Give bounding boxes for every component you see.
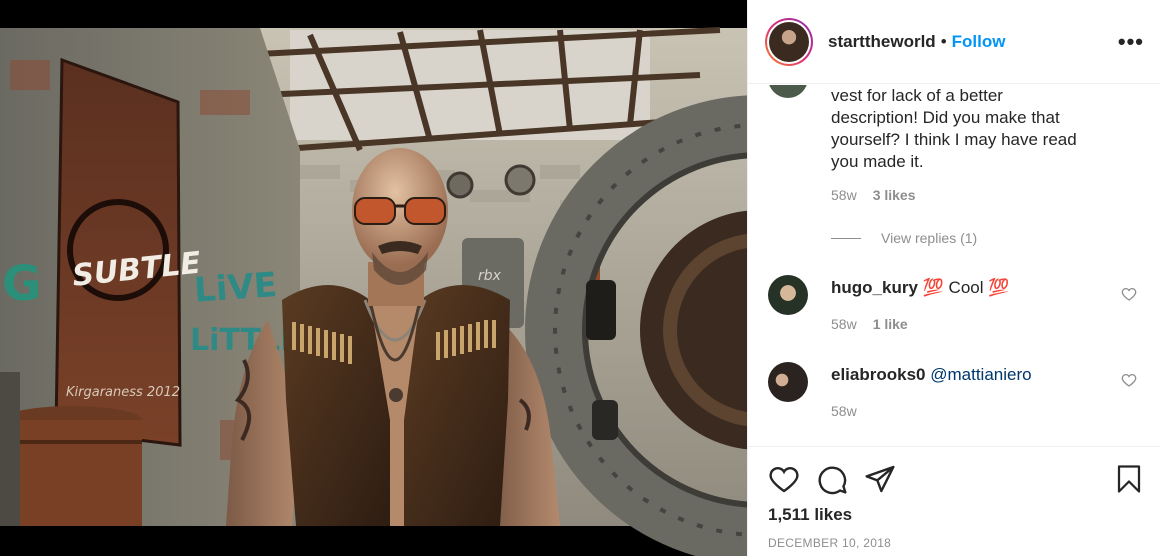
commenter-avatar[interactable]: [768, 85, 808, 98]
comment-likes[interactable]: 3 likes: [873, 187, 916, 203]
svg-text:rbx: rbx: [478, 268, 502, 284]
comment-body: eliabrooks0 @mattianiero: [831, 364, 1032, 386]
bookmark-icon[interactable]: [1114, 463, 1144, 495]
action-icons-row: [768, 461, 1146, 497]
comment-age[interactable]: 58w: [831, 316, 857, 332]
comment-meta: 58w: [831, 403, 857, 419]
comment-text: vest for lack of a better description! D…: [831, 86, 1077, 171]
likes-count[interactable]: 1,511 likes: [768, 505, 852, 525]
post-date[interactable]: DECEMBER 10, 2018: [768, 536, 891, 550]
post-side-panel: starttheworld • Follow ••• vest for lack…: [747, 0, 1160, 556]
instagram-post: rbx SUBTLE Kirgaraness 2012 LiVE LiTTLE …: [0, 0, 1160, 556]
heart-icon[interactable]: [768, 463, 800, 495]
post-header: starttheworld • Follow •••: [748, 0, 1160, 84]
share-icon[interactable]: [864, 463, 896, 495]
commenter-avatar[interactable]: [768, 275, 808, 315]
comment-text: Cool: [948, 278, 984, 297]
comment-icon[interactable]: [816, 463, 848, 495]
post-photo-illustration: rbx SUBTLE Kirgaraness 2012 LiVE LiTTLE …: [0, 0, 747, 556]
view-replies-button[interactable]: View replies (1): [831, 230, 977, 246]
view-replies-label: View replies (1): [881, 230, 978, 246]
comment-body: hugo_kury 💯 Cool 💯: [831, 277, 1009, 299]
like-comment-heart-icon[interactable]: [1121, 286, 1137, 302]
comment-mention-link[interactable]: @mattianiero: [930, 365, 1031, 384]
comment-username[interactable]: eliabrooks0: [831, 365, 926, 384]
author-avatar-image: [769, 21, 809, 62]
author-avatar[interactable]: [765, 17, 813, 66]
follow-button[interactable]: Follow: [952, 32, 1006, 52]
commenter-avatar[interactable]: [768, 362, 808, 402]
comment-age[interactable]: 58w: [831, 187, 857, 203]
hundred-emoji: 💯: [988, 278, 1010, 297]
svg-text:G: G: [2, 256, 41, 312]
header-separator: •: [940, 31, 947, 51]
svg-text:Kirgaraness 2012: Kirgaraness 2012: [66, 385, 180, 400]
comment-meta: 58w 1 like: [831, 316, 908, 332]
comments-list: vest for lack of a better description! D…: [748, 85, 1160, 445]
like-comment-heart-icon[interactable]: [1121, 372, 1137, 388]
hundred-emoji: 💯: [922, 278, 944, 297]
comment-age[interactable]: 58w: [831, 403, 857, 419]
comment-meta: 58w 3 likes: [831, 187, 916, 203]
comment-likes[interactable]: 1 like: [873, 316, 908, 332]
post-photo[interactable]: rbx SUBTLE Kirgaraness 2012 LiVE LiTTLE …: [0, 0, 747, 556]
svg-text:LiVE: LiVE: [193, 265, 278, 311]
replies-line: [831, 237, 861, 239]
post-actions: 1,511 likes DECEMBER 10, 2018: [748, 446, 1160, 556]
author-username[interactable]: starttheworld: [828, 32, 936, 52]
comment-username[interactable]: hugo_kury: [831, 278, 918, 297]
more-options-icon[interactable]: •••: [1118, 30, 1144, 53]
